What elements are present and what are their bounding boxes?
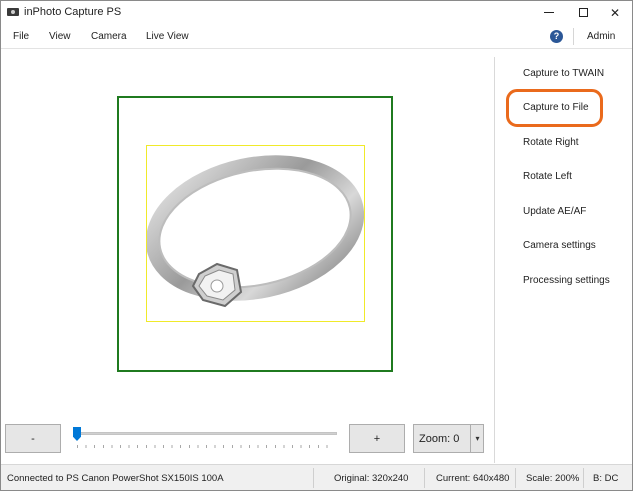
menu-file[interactable]: File: [13, 31, 29, 42]
processing-settings-button[interactable]: Processing settings: [523, 275, 610, 286]
title-bar: inPhoto Capture PS ✕: [1, 1, 632, 24]
menu-camera[interactable]: Camera: [91, 31, 127, 42]
menu-divider: [573, 28, 574, 45]
zoom-out-label: -: [31, 432, 35, 445]
camera-settings-button[interactable]: Camera settings: [523, 240, 596, 251]
app-window: inPhoto Capture PS ✕ File View Camera Li…: [0, 0, 633, 491]
status-divider: [424, 468, 425, 488]
minimize-icon: [544, 12, 554, 13]
zoom-slider-ticks: [77, 445, 335, 448]
menu-bar: File View Camera Live View ? Admin: [1, 24, 632, 49]
highlight-ring: [506, 89, 603, 127]
close-icon: ✕: [609, 5, 621, 20]
status-divider: [313, 468, 314, 488]
zoom-value: Zoom: 0: [419, 433, 460, 445]
status-divider: [583, 468, 584, 488]
menu-view[interactable]: View: [49, 31, 71, 42]
maximize-button[interactable]: [566, 1, 600, 24]
zoom-slider-track[interactable]: [74, 432, 337, 435]
menu-live-view[interactable]: Live View: [146, 31, 189, 42]
update-ae-af-button[interactable]: Update AE/AF: [523, 206, 586, 217]
rotate-right-button[interactable]: Rotate Right: [523, 137, 579, 148]
zoom-in-button[interactable]: +: [349, 424, 405, 453]
current-resolution: Current: 640x480: [436, 473, 510, 484]
status-divider: [515, 468, 516, 488]
camera-app-icon: [7, 8, 19, 16]
original-resolution: Original: 320x240: [334, 473, 409, 484]
zoom-slider-thumb[interactable]: [73, 427, 81, 441]
rotate-left-button[interactable]: Rotate Left: [523, 171, 572, 182]
window-title: inPhoto Capture PS: [24, 6, 122, 18]
scale-status: Scale: 200%: [526, 473, 580, 484]
maximize-icon: [578, 8, 588, 17]
admin-menu[interactable]: Admin: [587, 31, 615, 42]
capture-to-twain-button[interactable]: Capture to TWAIN: [523, 68, 604, 79]
zoom-select[interactable]: Zoom: 0 ▾: [413, 424, 484, 453]
help-icon[interactable]: ?: [550, 30, 563, 43]
connection-status: Connected to PS Canon PowerShot SX150IS …: [7, 473, 224, 484]
crop-box[interactable]: [146, 145, 365, 322]
mode-status: B: DC: [593, 473, 619, 484]
close-button[interactable]: ✕: [598, 1, 632, 24]
minimize-button[interactable]: [532, 1, 566, 24]
zoom-out-button[interactable]: -: [5, 424, 61, 453]
status-bar: Connected to PS Canon PowerShot SX150IS …: [1, 464, 632, 490]
zoom-in-label: +: [373, 432, 381, 445]
chevron-down-icon[interactable]: ▾: [470, 425, 484, 452]
